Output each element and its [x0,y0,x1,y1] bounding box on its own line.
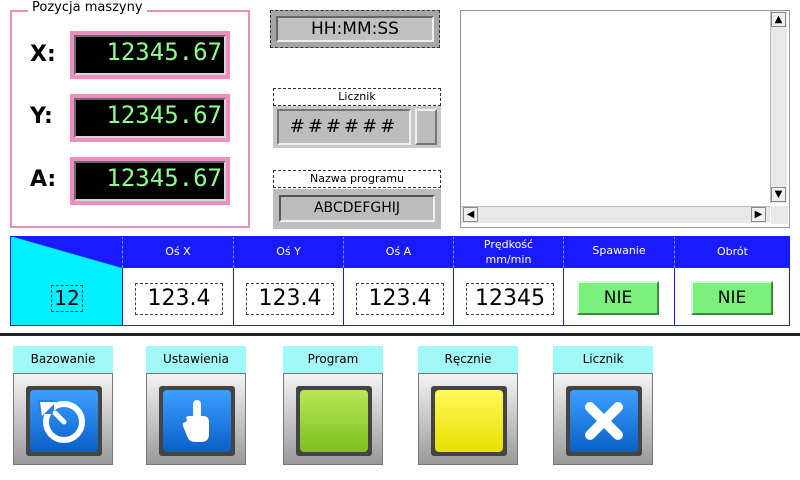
os-a-value: 123.4 [356,283,444,315]
a-axis-label: A: [30,167,57,192]
vertical-scrollbar[interactable] [770,11,787,203]
licznik-button[interactable] [553,373,653,465]
recznie-button[interactable] [418,373,518,465]
header-os-a: Oś A [343,236,453,268]
bazowanie-label: Bazowanie [13,346,113,373]
program-label: Program [283,346,383,373]
program-name-display: ABCDEFGHIJ [279,195,435,222]
os-x-value: 123.4 [135,283,223,315]
horizontal-scrollbar[interactable] [461,206,770,223]
header-predkosc: Prędkość mm/min [453,236,563,268]
x-axis-label: X: [30,42,56,67]
scroll-right-button[interactable]: ▶ [751,207,766,222]
licznik-button-face [570,390,638,452]
ustawienia-button-face [163,390,231,452]
a-position-value: 12345.67 [74,161,226,201]
y-position-display: 12345.67 [70,94,230,142]
bazowanie-button-face [30,390,98,452]
licznik-button-bezel [566,386,642,456]
close-icon [585,402,623,440]
scroll-up-button[interactable]: ▲ [771,12,786,27]
cell-spawanie: NIE [563,268,674,326]
header-os-x: Oś X [122,236,233,268]
corner-header [10,236,122,268]
green-square-icon [300,390,368,452]
predkosc-value: 12345 [466,283,554,315]
cell-os-x: 123.4 [122,268,233,326]
header-spawanie: Spawanie [563,236,674,268]
header-obrot: Obrót [674,236,790,268]
spawanie-button[interactable]: NIE [577,281,659,315]
scroll-left-button[interactable]: ◀ [463,207,478,222]
row-number-cell: 12 [10,268,122,326]
program-button[interactable] [283,373,383,465]
ustawienia-button[interactable] [146,373,246,465]
recznie-button-bezel [431,386,507,456]
cell-os-y: 123.4 [233,268,343,326]
scroll-corner [771,206,788,224]
status-table: 12 Oś X Oś Y Oś A Prędkość mm/min Spawan… [10,236,790,326]
ustawienia-button-bezel [159,386,235,456]
section-divider [0,333,800,336]
counter-button[interactable] [415,109,437,145]
y-position-value: 12345.67 [74,98,226,138]
rotate-icon [38,400,85,443]
position-group-title: Pozycja maszyny [28,0,147,16]
recznie-label: Ręcznie [418,346,518,373]
bazowanie-button[interactable] [13,373,113,465]
cell-os-a: 123.4 [343,268,453,326]
corner-diagonal [10,236,122,268]
ustawienia-label: Ustawienia [146,346,246,373]
message-text-area[interactable] [460,10,790,228]
x-position-display: 12345.67 [70,31,230,79]
a-position-display: 12345.67 [70,157,230,205]
program-name-label: Nazwa programu [273,170,441,188]
yellow-square-icon [435,390,503,452]
cell-obrot: NIE [674,268,790,326]
obrot-button[interactable]: NIE [691,281,773,315]
bazowanie-button-bezel [26,386,102,456]
program-button-bezel [296,386,372,456]
y-axis-label: Y: [30,104,53,129]
header-os-y: Oś Y [233,236,343,268]
x-position-value: 12345.67 [74,35,226,75]
clock-display: HH:MM:SS [276,16,434,42]
cell-predkosc: 12345 [453,268,563,326]
os-y-value: 123.4 [246,283,334,315]
hand-pointer-icon [182,400,209,442]
row-number: 12 [51,285,83,312]
licznik-nav-label: Licznik [553,346,653,373]
scroll-down-button[interactable]: ▼ [771,187,786,202]
counter-label: Licznik [273,88,441,106]
counter-display: ###### [277,109,411,145]
